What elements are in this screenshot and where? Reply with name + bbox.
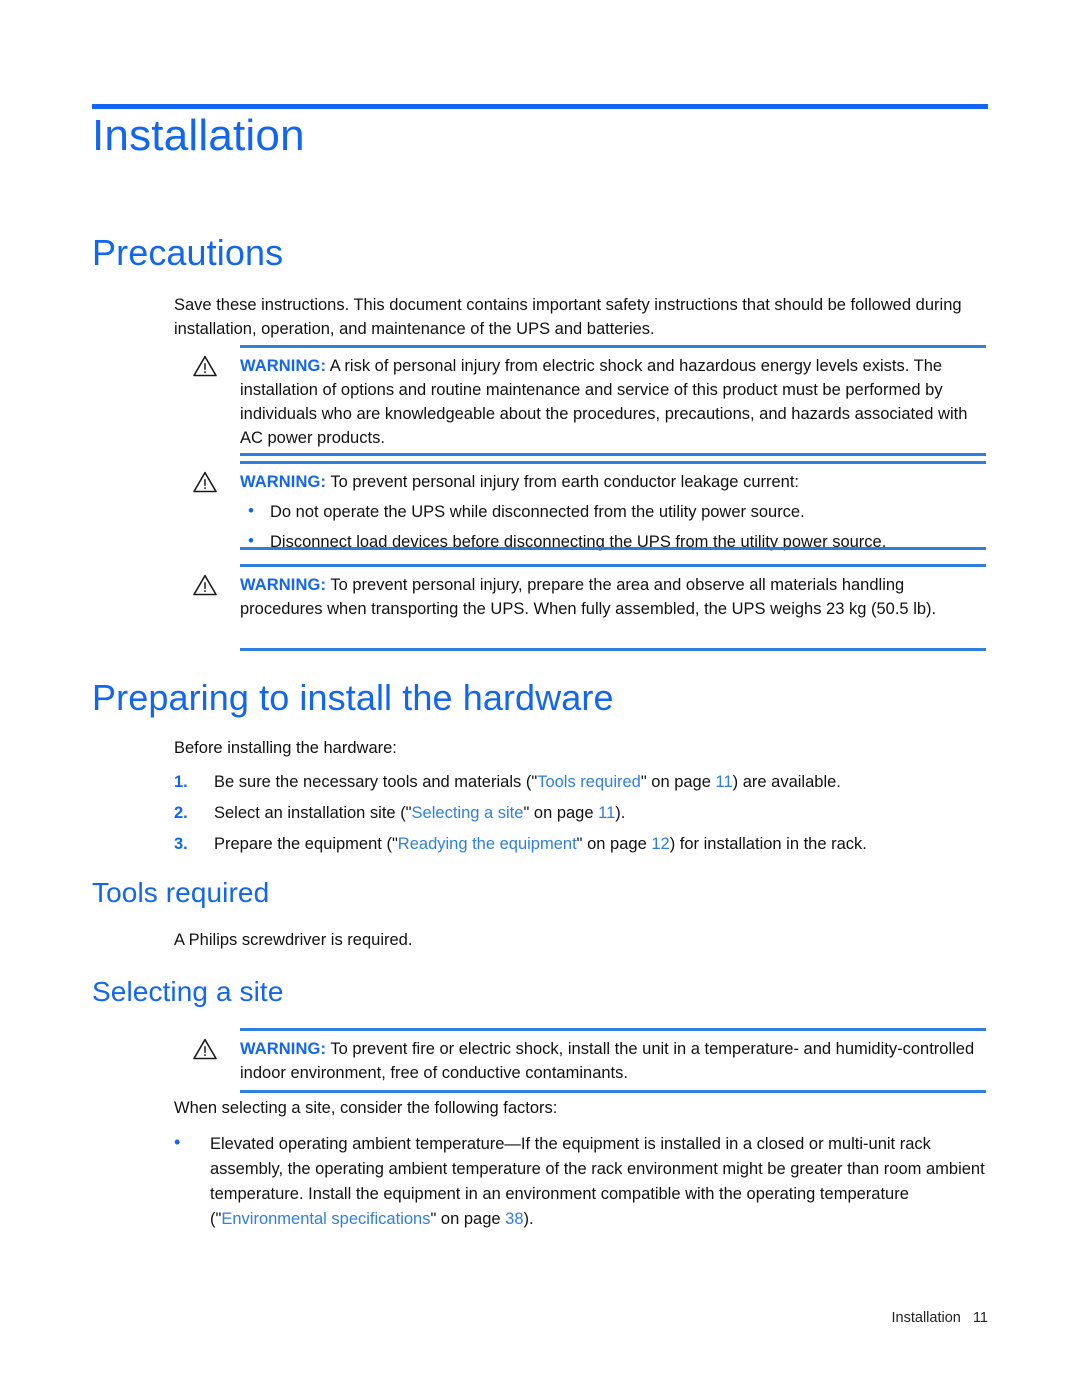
- page-number-link[interactable]: 11: [598, 804, 615, 822]
- step-number: 3.: [174, 835, 188, 853]
- step-text-post: ).: [615, 804, 626, 822]
- warning-rule-top: [240, 1028, 986, 1031]
- heading-tools-required: Tools required: [92, 877, 270, 908]
- warning-1-body: A risk of personal injury from electric …: [240, 357, 968, 447]
- warning-block-1: WARNING: A risk of personal injury from …: [174, 345, 986, 456]
- page-number-link[interactable]: 11: [716, 773, 733, 791]
- warning-3-label: WARNING:: [240, 576, 327, 594]
- warning-3-body: To prevent personal injury, prepare the …: [240, 576, 937, 618]
- step-text-pre: Prepare the equipment (": [214, 835, 398, 853]
- selecting-site-intro: When selecting a site, consider the foll…: [174, 1099, 558, 1117]
- factor-text-mid: " on page: [430, 1210, 506, 1228]
- page-number-link[interactable]: 12: [651, 835, 669, 853]
- cross-reference-link[interactable]: Selecting a site: [412, 804, 524, 822]
- step-text-pre: Select an installation site (": [214, 804, 412, 822]
- warning-rule-top: [240, 564, 986, 567]
- warning-2-bullet-list: Do not operate the UPS while disconnecte…: [240, 499, 986, 554]
- step-number: 2.: [174, 804, 188, 822]
- warning-rule-bottom: [240, 547, 986, 550]
- step-number: 1.: [174, 773, 188, 791]
- warning-rule-top: [240, 461, 986, 464]
- step-text-mid: " on page: [523, 804, 599, 822]
- warning-rule-bottom: [240, 648, 986, 651]
- heading-preparing: Preparing to install the hardware: [92, 677, 614, 718]
- precautions-intro: Save these instructions. This document c…: [174, 296, 962, 338]
- chapter-title: Installation: [92, 111, 305, 160]
- document-page: Installation Precautions Save these inst…: [0, 0, 1080, 1397]
- list-item: 3. Prepare the equipment ("Readying the …: [174, 832, 986, 856]
- step-text-post: ) for installation in the rack.: [669, 835, 867, 853]
- warning-rule-top: [240, 345, 986, 348]
- warning-block-3: WARNING: To prevent personal injury, pre…: [174, 564, 986, 651]
- cross-reference-link[interactable]: Tools required: [537, 773, 641, 791]
- preparing-intro: Before installing the hardware:: [174, 739, 397, 757]
- warning-block-2: WARNING: To prevent personal injury from…: [174, 461, 986, 553]
- step-text-mid: " on page: [576, 835, 652, 853]
- cross-reference-link[interactable]: Environmental specifications: [221, 1210, 430, 1228]
- list-item: Do not operate the UPS while disconnecte…: [240, 499, 986, 524]
- warning-triangle-icon: [193, 574, 217, 596]
- cross-reference-link[interactable]: Readying the equipment: [398, 835, 577, 853]
- warning-rule-bottom: [240, 1090, 986, 1093]
- warning-1-text: WARNING: A risk of personal injury from …: [240, 354, 986, 450]
- list-item: 1. Be sure the necessary tools and mater…: [174, 770, 986, 794]
- selecting-site-factor-list: Elevated operating ambient temperature—I…: [146, 1130, 994, 1232]
- warning-triangle-icon: [193, 355, 217, 377]
- warning-3-text: WARNING: To prevent personal injury, pre…: [240, 573, 986, 621]
- heading-selecting-site: Selecting a site: [92, 976, 284, 1007]
- heading-precautions: Precautions: [92, 232, 284, 273]
- preparing-step-list: 1. Be sure the necessary tools and mater…: [174, 770, 986, 863]
- footer-section-label: Installation: [891, 1310, 961, 1326]
- warning-4-text: WARNING: To prevent fire or electric sho…: [240, 1037, 986, 1085]
- tools-required-text: A Philips screwdriver is required.: [174, 931, 413, 949]
- page-footer: Installation 11: [892, 1310, 988, 1326]
- page-number-link[interactable]: 38: [505, 1210, 523, 1228]
- warning-4-body: To prevent fire or electric shock, insta…: [240, 1040, 975, 1082]
- warning-4-label: WARNING:: [240, 1040, 327, 1058]
- warning-2-text: WARNING: To prevent personal injury from…: [240, 470, 986, 554]
- chapter-top-rule: [92, 104, 988, 109]
- warning-triangle-icon: [193, 1038, 217, 1060]
- warning-triangle-icon: [193, 471, 217, 493]
- step-text-mid: " on page: [640, 773, 716, 791]
- factor-text-post: ).: [523, 1210, 534, 1228]
- footer-page-number: 11: [972, 1310, 988, 1326]
- step-text-post: ) are available.: [732, 773, 841, 791]
- warning-2-body: To prevent personal injury from earth co…: [330, 473, 800, 491]
- step-text-pre: Be sure the necessary tools and material…: [214, 773, 538, 791]
- warning-rule-bottom: [240, 453, 986, 456]
- list-item: 2. Select an installation site ("Selecti…: [174, 801, 986, 825]
- list-item: Disconnect load devices before disconnec…: [240, 529, 986, 554]
- warning-block-4: WARNING: To prevent fire or electric sho…: [174, 1028, 986, 1093]
- warning-1-label: WARNING:: [240, 357, 327, 375]
- warning-2-label: WARNING:: [240, 473, 327, 491]
- list-item: Elevated operating ambient temperature—I…: [146, 1130, 994, 1232]
